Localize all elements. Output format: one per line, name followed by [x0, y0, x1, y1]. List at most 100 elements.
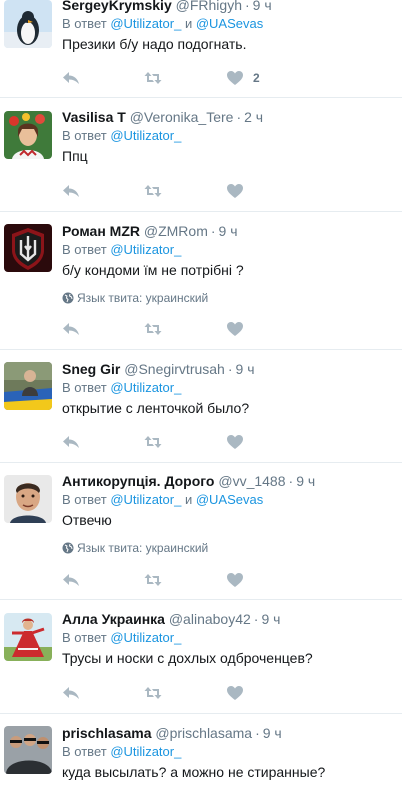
- tweet-language[interactable]: Язык твита: украинский: [62, 290, 394, 306]
- display-name[interactable]: Алла Украинка: [62, 611, 165, 627]
- display-name[interactable]: Роман MZR: [62, 223, 140, 239]
- timestamp[interactable]: 9 ч: [296, 473, 315, 489]
- avatar[interactable]: [4, 726, 52, 774]
- tweet[interactable]: Vasilisa T @Veronika_Tere · 2 ч В ответ @U…: [0, 99, 402, 212]
- reply-prefix: В ответ: [62, 128, 107, 143]
- tweet[interactable]: Sneg Gir @Snegirvtrusah · 9 ч В ответ @Uti…: [0, 350, 402, 463]
- retweet-button[interactable]: [144, 571, 162, 589]
- reply-context: В ответ @Utilizator_: [62, 128, 394, 144]
- mention-link[interactable]: @Utilizator_: [110, 380, 181, 395]
- timestamp[interactable]: 2 ч: [244, 109, 263, 125]
- tweet[interactable]: Алла Украинка @alinaboy42 · 9 ч В ответ @U…: [0, 600, 402, 714]
- mention-link[interactable]: @Utilizator_: [110, 16, 181, 31]
- reply-button[interactable]: [62, 69, 80, 87]
- separator-dot: ·: [210, 223, 216, 239]
- tweet-text: куда высылать? а можно не стиранные?: [62, 764, 326, 780]
- timestamp[interactable]: 9 ч: [263, 725, 282, 741]
- reply-button[interactable]: [62, 684, 80, 702]
- mention-link[interactable]: @UASevas: [196, 492, 263, 507]
- timestamp[interactable]: 9 ч: [253, 0, 272, 13]
- timestamp[interactable]: 9 ч: [219, 223, 238, 239]
- like-button[interactable]: 2: [226, 69, 260, 87]
- separator-dot: ·: [227, 361, 233, 377]
- retweet-button[interactable]: [144, 69, 162, 87]
- mention-link[interactable]: @Utilizator_: [110, 128, 181, 143]
- timestamp[interactable]: 9 ч: [261, 611, 280, 627]
- like-count: 2: [253, 71, 260, 85]
- penguin-avatar-image: [4, 0, 52, 48]
- display-name[interactable]: Sneg Gir: [62, 361, 120, 377]
- avatar[interactable]: [4, 362, 52, 410]
- retweet-button[interactable]: [144, 182, 162, 200]
- display-name[interactable]: SergeyKrymskiy: [62, 0, 172, 13]
- separator-dot: ·: [255, 725, 260, 741]
- reply-context: В ответ @Utilizator_: [62, 630, 394, 646]
- username[interactable]: @ZMRom: [144, 223, 208, 239]
- like-button[interactable]: [226, 320, 244, 338]
- tweet[interactable]: SergeyKrymskiy @FRhigyh · 9 ч В ответ @Uti…: [0, 0, 402, 98]
- display-name[interactable]: Vasilisa T: [62, 109, 126, 125]
- display-name[interactable]: prischlasama: [62, 725, 152, 741]
- reply-icon: [63, 185, 79, 197]
- username[interactable]: @Veronika_Tere: [130, 109, 234, 125]
- retweet-icon: [144, 185, 162, 197]
- username[interactable]: @FRhigyh: [176, 0, 242, 13]
- separator-dot: ·: [253, 611, 259, 627]
- timestamp[interactable]: 9 ч: [236, 361, 255, 377]
- retweet-icon: [144, 323, 162, 335]
- heart-icon: [227, 435, 243, 449]
- heart-icon: [227, 322, 243, 336]
- retweet-icon: [144, 687, 162, 699]
- trident-emblem-avatar-image: [4, 224, 52, 272]
- reply-button[interactable]: [62, 182, 80, 200]
- mention-link[interactable]: @Utilizator_: [110, 630, 181, 645]
- tweet-text: открытие с ленточкой было?: [62, 400, 250, 416]
- avatar[interactable]: [4, 0, 52, 48]
- tweet[interactable]: Роман MZR @ZMRom · 9 ч В ответ @Utilizator…: [0, 212, 402, 350]
- woman-flowers-avatar-image: [4, 111, 52, 159]
- tweet[interactable]: Антикорупція. Дорого @vv_1488 · 9 ч В отве…: [0, 463, 402, 600]
- retweet-button[interactable]: [144, 433, 162, 451]
- mention-link[interactable]: @Utilizator_: [110, 744, 181, 759]
- separator-dot: ·: [288, 473, 294, 489]
- avatar[interactable]: [4, 111, 52, 159]
- retweet-button[interactable]: [144, 320, 162, 338]
- avatar[interactable]: [4, 613, 52, 661]
- reply-icon: [63, 687, 79, 699]
- tweet-language[interactable]: Язык твита: украинский: [62, 540, 394, 556]
- mention-link[interactable]: @UASevas: [196, 16, 263, 31]
- tweet-text: Отвечю: [62, 512, 112, 528]
- username[interactable]: @alinaboy42: [169, 611, 251, 627]
- tweet[interactable]: prischlasama @prischlasama · 9 ч В ответ @…: [0, 714, 402, 791]
- mention-link[interactable]: @Utilizator_: [110, 242, 181, 257]
- avatar[interactable]: [4, 224, 52, 272]
- reply-prefix: В ответ: [62, 630, 107, 645]
- reply-prefix: В ответ: [62, 242, 107, 257]
- like-button[interactable]: [226, 571, 244, 589]
- dancer-avatar-image: [4, 613, 52, 661]
- reply-button[interactable]: [62, 571, 80, 589]
- username[interactable]: @Snegirvtrusah: [124, 361, 225, 377]
- tweet-text: Трусы и носки с дохлых одброченцев?: [62, 650, 313, 666]
- reply-button[interactable]: [62, 320, 80, 338]
- reply-context: В ответ @Utilizator_ и @UASevas: [62, 492, 394, 508]
- heart-icon: [227, 71, 243, 85]
- separator-dot: ·: [236, 109, 242, 125]
- reply-button[interactable]: [62, 433, 80, 451]
- retweet-icon: [144, 72, 162, 84]
- mention-link[interactable]: @Utilizator_: [110, 492, 181, 507]
- username[interactable]: @vv_1488: [218, 473, 285, 489]
- reply-prefix: В ответ: [62, 744, 107, 759]
- like-button[interactable]: [226, 684, 244, 702]
- reply-prefix: В ответ: [62, 492, 107, 507]
- retweet-button[interactable]: [144, 684, 162, 702]
- like-button[interactable]: [226, 433, 244, 451]
- display-name[interactable]: Антикорупція. Дорого: [62, 473, 214, 489]
- reply-icon: [63, 72, 79, 84]
- globe-icon: [62, 292, 74, 304]
- username[interactable]: @prischlasama: [155, 725, 252, 741]
- like-button[interactable]: [226, 182, 244, 200]
- heart-icon: [227, 184, 243, 198]
- language-label: Язык твита: украинский: [77, 541, 209, 555]
- avatar[interactable]: [4, 475, 52, 523]
